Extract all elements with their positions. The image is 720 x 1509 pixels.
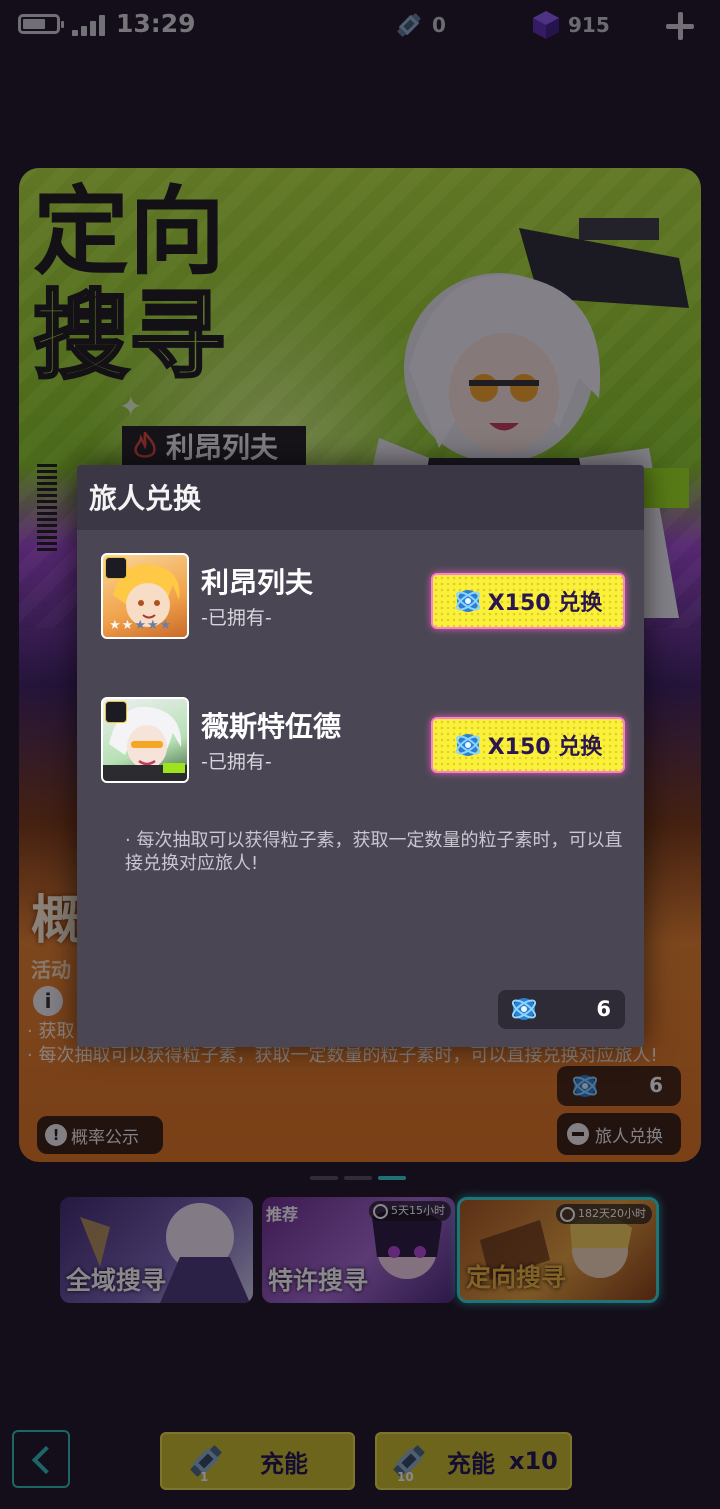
exchange-row: 薇斯特伍德 -已拥有- X150 兑换: [101, 697, 626, 787]
character-name: 利昂列夫: [201, 566, 314, 599]
exchange-button[interactable]: X150 兑换: [431, 717, 625, 773]
character-portrait: ★★★★★: [101, 553, 189, 639]
owned-status: -已拥有-: [201, 751, 272, 773]
dialog-title: 旅人兑换: [77, 465, 644, 530]
role-icon: [105, 557, 127, 579]
traveler-exchange-dialog: 旅人兑换 ★★★★★ 利昂列夫 -已拥有- X150 兑换 薇斯特伍德 -已拥有…: [77, 465, 644, 1047]
exchange-note: · 每次抽取可以获得粒子素，获取一定数量的粒子素时，可以直接兑换对应旅人!: [125, 830, 623, 874]
owned-status: -已拥有-: [201, 607, 272, 629]
exchange-button-label: X150 兑换: [487, 735, 603, 760]
exchange-button-label: X150 兑换: [487, 591, 603, 616]
exchange-row: ★★★★★ 利昂列夫 -已拥有- X150 兑换: [101, 553, 626, 643]
exchange-button[interactable]: X150 兑换: [431, 573, 625, 629]
particle-count: 6: [596, 997, 611, 1021]
particle-icon: [511, 998, 537, 1020]
particle-balance: 6: [498, 990, 625, 1029]
particle-icon: [455, 734, 480, 756]
role-icon: [105, 701, 127, 723]
character-name: 薇斯特伍德: [201, 710, 342, 743]
particle-icon: [455, 590, 480, 612]
rarity-stars: ★★★★★: [109, 618, 173, 633]
character-portrait: [101, 697, 189, 783]
